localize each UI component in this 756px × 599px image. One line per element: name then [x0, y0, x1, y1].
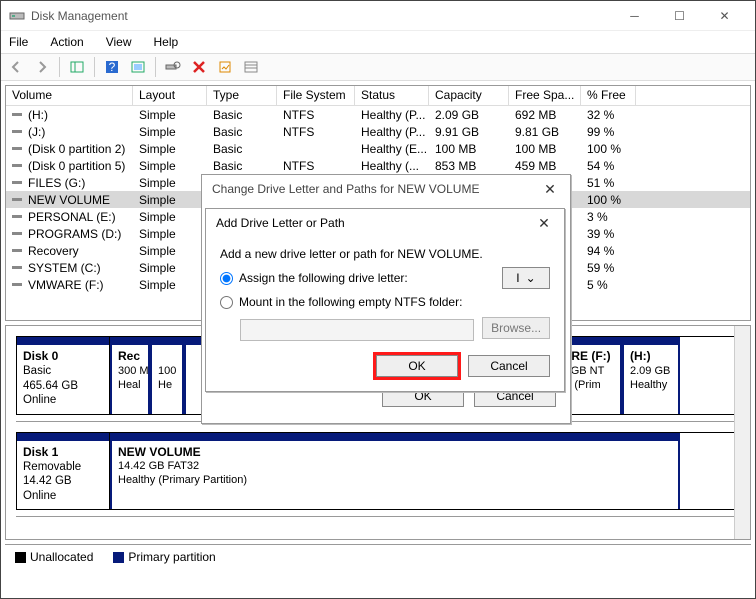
table-row[interactable]: (J:)SimpleBasicNTFSHealthy (P...9.91 GB9…: [6, 123, 750, 140]
list-icon[interactable]: [240, 56, 262, 78]
volume-icon: [12, 127, 24, 137]
partition[interactable]: (H:)2.09 GBHealthy: [622, 337, 680, 414]
forward-icon: [31, 56, 53, 78]
titlebar: Disk Management ─ ☐ ✕: [1, 1, 755, 31]
disk-label: Disk 1Removable14.42 GBOnline: [16, 432, 110, 511]
mount-path-input: [240, 319, 474, 341]
volume-icon: [12, 229, 24, 239]
refresh-icon[interactable]: [127, 56, 149, 78]
volume-icon: [12, 110, 24, 120]
volume-icon: [12, 195, 24, 205]
menu-help[interactable]: Help: [150, 33, 183, 51]
dialog-message: Add a new drive letter or path for NEW V…: [220, 247, 550, 261]
disk-label: Disk 0Basic465.64 GBOnline: [16, 336, 110, 415]
delete-icon[interactable]: [188, 56, 210, 78]
close-icon[interactable]: ✕: [534, 215, 554, 232]
help-icon[interactable]: ?: [101, 56, 123, 78]
volume-icon: [12, 161, 24, 171]
menu-file[interactable]: File: [5, 33, 32, 51]
properties-icon[interactable]: [214, 56, 236, 78]
volume-icon: [12, 263, 24, 273]
dialog-title: Change Drive Letter and Paths for NEW VO…: [202, 175, 570, 203]
legend-primary: Primary partition: [128, 550, 215, 564]
partition[interactable]: NEW VOLUME14.42 GB FAT32Healthy (Primary…: [110, 433, 680, 510]
table-row[interactable]: (Disk 0 partition 5)SimpleBasicNTFSHealt…: [6, 157, 750, 174]
legend-unallocated-swatch: [15, 552, 26, 563]
table-row[interactable]: (Disk 0 partition 2)SimpleBasicHealthy (…: [6, 140, 750, 157]
dialog-add-drive-letter: Add Drive Letter or Path ✕ Add a new dri…: [205, 208, 565, 392]
menubar: File Action View Help: [1, 31, 755, 53]
partition[interactable]: Rec300 MHeal: [110, 337, 150, 414]
window-title: Disk Management: [31, 9, 612, 23]
menu-view[interactable]: View: [102, 33, 136, 51]
close-icon[interactable]: ✕: [540, 181, 560, 198]
radio-mount-folder[interactable]: Mount in the following empty NTFS folder…: [220, 295, 550, 309]
col-layout[interactable]: Layout: [133, 86, 207, 105]
volume-icon: [12, 178, 24, 188]
col-pct[interactable]: % Free: [581, 86, 636, 105]
svg-text:?: ?: [109, 60, 116, 74]
col-status[interactable]: Status: [355, 86, 429, 105]
ok-button[interactable]: OK: [376, 355, 458, 377]
scrollbar[interactable]: [734, 326, 750, 539]
legend-primary-swatch: [113, 552, 124, 563]
toolbar: ?: [1, 53, 755, 81]
app-icon: [9, 8, 25, 24]
dialog-title: Add Drive Letter or Path ✕: [206, 209, 564, 237]
legend-unallocated: Unallocated: [30, 550, 93, 564]
col-volume[interactable]: Volume: [6, 86, 133, 105]
volume-icon: [12, 246, 24, 256]
partition[interactable]: 100He: [150, 337, 184, 414]
volume-icon: [12, 280, 24, 290]
col-free[interactable]: Free Spa...: [509, 86, 581, 105]
rescan-icon[interactable]: [162, 56, 184, 78]
browse-button: Browse...: [482, 317, 550, 339]
maximize-button[interactable]: ☐: [657, 1, 702, 31]
cancel-button[interactable]: Cancel: [468, 355, 550, 377]
drive-letter-select[interactable]: I ⌄: [502, 267, 550, 289]
table-row[interactable]: (H:)SimpleBasicNTFSHealthy (P...2.09 GB6…: [6, 106, 750, 123]
chevron-down-icon: ⌄: [526, 271, 536, 285]
col-type[interactable]: Type: [207, 86, 277, 105]
legend: Unallocated Primary partition: [1, 545, 755, 569]
disk-row[interactable]: Disk 1Removable14.42 GBOnlineNEW VOLUME1…: [16, 432, 740, 511]
minimize-button[interactable]: ─: [612, 1, 657, 31]
back-icon: [5, 56, 27, 78]
close-button[interactable]: ✕: [702, 1, 747, 31]
radio-assign-letter[interactable]: Assign the following drive letter: I ⌄: [220, 267, 550, 289]
volume-icon: [12, 144, 24, 154]
col-fs[interactable]: File System: [277, 86, 355, 105]
menu-action[interactable]: Action: [46, 33, 87, 51]
volume-icon: [12, 212, 24, 222]
show-hide-icon[interactable]: [66, 56, 88, 78]
col-cap[interactable]: Capacity: [429, 86, 509, 105]
column-headers[interactable]: Volume Layout Type File System Status Ca…: [6, 86, 750, 106]
